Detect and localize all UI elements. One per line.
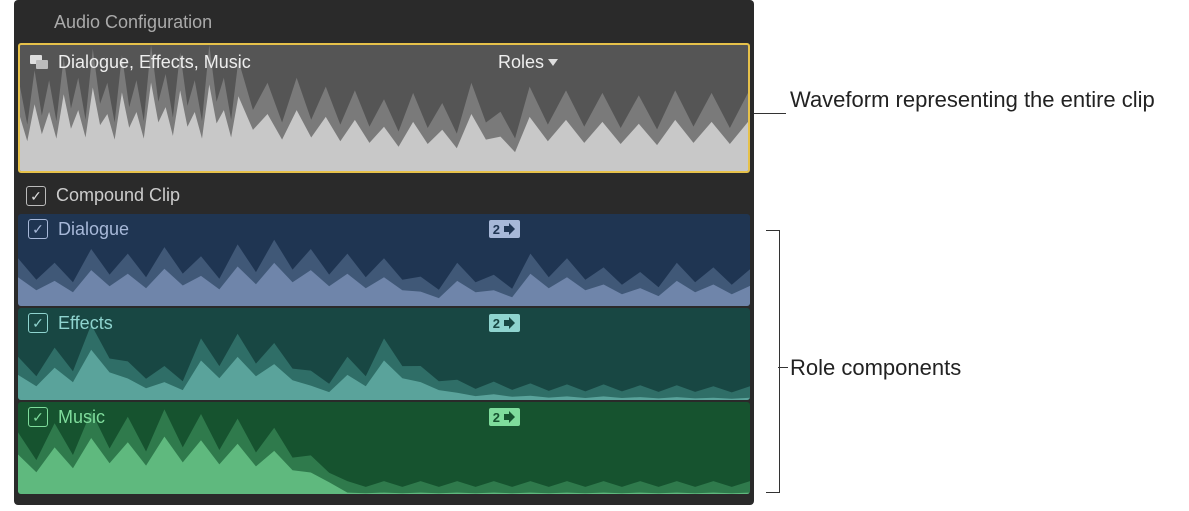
compound-clip-row: Compound Clip <box>14 173 754 214</box>
role-checkbox[interactable] <box>28 219 48 239</box>
audio-config-panel: Audio Configuration Dialogue, Effects, M… <box>14 0 754 505</box>
main-clip-title: Dialogue, Effects, Music <box>58 52 251 73</box>
channel-count: 2 <box>493 316 500 331</box>
chevron-down-icon <box>548 59 558 66</box>
role-label: Effects <box>58 313 113 334</box>
compound-clip-checkbox[interactable] <box>26 186 46 206</box>
role-track-dialogue[interactable]: Dialogue 2 <box>18 214 750 306</box>
role-checkbox[interactable] <box>28 313 48 333</box>
speaker-icon <box>504 223 516 235</box>
roles-dropdown-label: Roles <box>498 52 544 73</box>
annotation-roles: Role components <box>790 353 961 383</box>
annotation-bracket <box>766 230 780 493</box>
annotation-waveform: Waveform representing the entire clip <box>790 85 1170 115</box>
compound-clip-label: Compound Clip <box>56 185 180 206</box>
role-components-stack: Dialogue 2 Effects 2 Music 2 <box>18 214 750 494</box>
roles-dropdown[interactable]: Roles <box>498 52 558 73</box>
speaker-icon <box>504 317 516 329</box>
channel-badge[interactable]: 2 <box>489 314 520 332</box>
speaker-icon <box>504 411 516 423</box>
channel-badge[interactable]: 2 <box>489 220 520 238</box>
channel-count: 2 <box>493 222 500 237</box>
role-track-effects[interactable]: Effects 2 <box>18 308 750 400</box>
section-title: Audio Configuration <box>14 0 754 43</box>
channel-badge[interactable]: 2 <box>489 408 520 426</box>
main-clip-row[interactable]: Dialogue, Effects, Music Roles <box>18 43 750 173</box>
role-checkbox[interactable] <box>28 407 48 427</box>
role-track-music[interactable]: Music 2 <box>18 402 750 494</box>
role-label: Dialogue <box>58 219 129 240</box>
channel-count: 2 <box>493 410 500 425</box>
compound-clip-icon <box>30 55 48 69</box>
role-label: Music <box>58 407 105 428</box>
